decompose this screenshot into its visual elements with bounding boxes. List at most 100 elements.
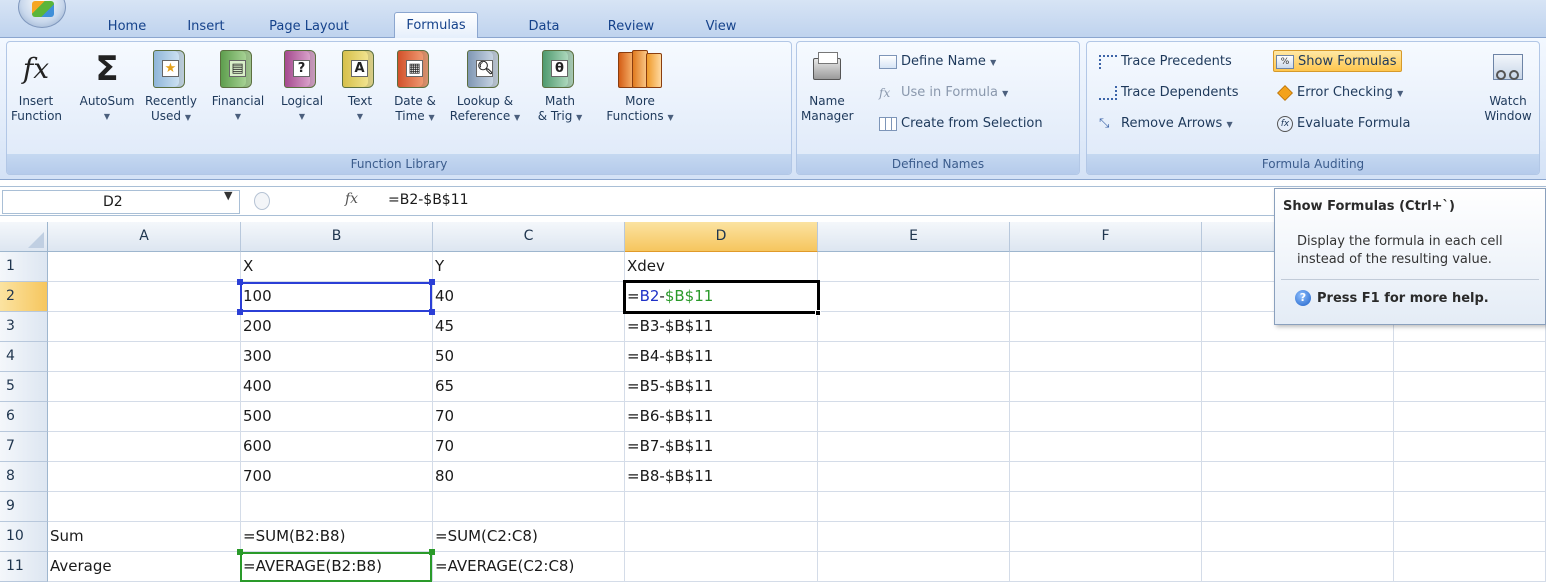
grid-cell[interactable] — [1010, 462, 1202, 492]
row-header-5[interactable]: 5 — [0, 372, 48, 402]
grid-cell[interactable] — [1010, 312, 1202, 342]
grid-cell[interactable] — [818, 522, 1010, 552]
formula-bar-expander-icon[interactable] — [254, 192, 270, 210]
column-header-e[interactable]: E — [818, 222, 1010, 252]
grid-cell[interactable] — [818, 252, 1010, 282]
cell-b5[interactable]: 400 — [241, 372, 433, 402]
grid-cell[interactable] — [1394, 522, 1546, 552]
lookup-reference-button[interactable]: 🔍︎ Lookup & Reference ▼ — [445, 42, 525, 125]
ref-handle-tl[interactable] — [237, 279, 243, 285]
grid-cell[interactable] — [1202, 462, 1394, 492]
grid-cell[interactable] — [48, 312, 241, 342]
grid-cell[interactable] — [241, 492, 433, 522]
grid-cell[interactable] — [1202, 492, 1394, 522]
grid-cell[interactable] — [1010, 252, 1202, 282]
grid-cell[interactable] — [818, 372, 1010, 402]
grid-cell[interactable] — [818, 342, 1010, 372]
ref-handle-tr[interactable] — [429, 279, 435, 285]
cell-d6[interactable]: =B6-$B$11 — [625, 402, 818, 432]
column-header-c[interactable]: C — [433, 222, 625, 252]
row-header-8[interactable]: 8 — [0, 462, 48, 492]
show-formulas-button[interactable]: % Show Formulas — [1273, 50, 1402, 72]
cell-c4[interactable]: 50 — [433, 342, 625, 372]
watch-window-button[interactable]: Watch Window — [1481, 42, 1535, 124]
cell-d1[interactable]: Xdev — [625, 252, 818, 282]
use-in-formula-button[interactable]: fx Use in Formula ▼ — [879, 82, 1008, 104]
grid-cell[interactable] — [1394, 552, 1546, 582]
grid-cell[interactable] — [48, 372, 241, 402]
grid-cell[interactable] — [818, 552, 1010, 582]
grid-cell[interactable] — [1010, 522, 1202, 552]
cell-b4[interactable]: 300 — [241, 342, 433, 372]
cell-c7[interactable]: 70 — [433, 432, 625, 462]
define-name-button[interactable]: Define Name ▼ — [879, 51, 996, 73]
cell-c11[interactable]: =AVERAGE(C2:C8) — [433, 552, 625, 582]
grid-cell[interactable] — [818, 492, 1010, 522]
grid-cell[interactable] — [818, 402, 1010, 432]
fill-handle[interactable] — [815, 310, 821, 316]
cell-c2[interactable]: 40 — [433, 282, 625, 312]
grid-cell[interactable] — [1010, 342, 1202, 372]
formula-input[interactable]: =B2-$B$11 — [388, 192, 469, 208]
cell-b3[interactable]: 200 — [241, 312, 433, 342]
ref-handle-green-tr[interactable] — [429, 549, 435, 555]
tab-home[interactable]: Home — [98, 17, 156, 39]
cell-a10[interactable]: Sum — [48, 522, 241, 552]
tab-view[interactable]: View — [696, 17, 746, 39]
ref-handle-br[interactable] — [429, 309, 435, 315]
grid-cell[interactable] — [625, 492, 818, 522]
cell-a11[interactable]: Average — [48, 552, 241, 582]
grid-cell[interactable] — [1010, 372, 1202, 402]
grid-cell[interactable] — [48, 402, 241, 432]
cell-d4[interactable]: =B4-$B$11 — [625, 342, 818, 372]
column-header-d[interactable]: D — [625, 222, 818, 252]
column-header-b[interactable]: B — [241, 222, 433, 252]
recently-used-button[interactable]: ★ Recently Used ▼ — [141, 42, 201, 125]
trace-dependents-button[interactable]: Trace Dependents — [1099, 82, 1238, 104]
grid-cell[interactable] — [1202, 402, 1394, 432]
name-manager-button[interactable]: Name Manager — [801, 42, 854, 124]
grid-cell[interactable] — [48, 432, 241, 462]
evaluate-formula-button[interactable]: fx Evaluate Formula — [1277, 113, 1410, 135]
grid-cell[interactable] — [1010, 402, 1202, 432]
grid-cell[interactable] — [1394, 372, 1546, 402]
more-functions-button[interactable]: More Functions ▼ — [597, 42, 683, 125]
row-header-10[interactable]: 10 — [0, 522, 48, 552]
remove-arrows-button[interactable]: ⤡ Remove Arrows ▼ — [1099, 113, 1233, 135]
grid-cell[interactable] — [1394, 492, 1546, 522]
row-header-9[interactable]: 9 — [0, 492, 48, 522]
grid-cell[interactable] — [818, 462, 1010, 492]
row-header-11[interactable]: 11 — [0, 552, 48, 582]
grid-cell[interactable] — [818, 312, 1010, 342]
tab-review[interactable]: Review — [598, 17, 664, 39]
grid-cell[interactable] — [1202, 342, 1394, 372]
cell-b6[interactable]: 500 — [241, 402, 433, 432]
row-header-4[interactable]: 4 — [0, 342, 48, 372]
grid-cell[interactable] — [1202, 552, 1394, 582]
ref-handle-bl[interactable] — [237, 309, 243, 315]
column-header-f[interactable]: F — [1010, 222, 1202, 252]
grid-cell[interactable] — [1202, 522, 1394, 552]
ref-handle-green-tl[interactable] — [237, 549, 243, 555]
cell-b7[interactable]: 600 — [241, 432, 433, 462]
grid-cell[interactable] — [1010, 282, 1202, 312]
text-button[interactable]: A Text ▼ — [335, 42, 385, 124]
tab-data[interactable]: Data — [520, 17, 568, 39]
grid-cell[interactable] — [818, 282, 1010, 312]
error-checking-button[interactable]: Error Checking ▼ — [1277, 82, 1403, 104]
grid-cell[interactable] — [48, 252, 241, 282]
cell-c8[interactable]: 80 — [433, 462, 625, 492]
grid-cell[interactable] — [433, 492, 625, 522]
autosum-button[interactable]: Σ AutoSum ▼ — [77, 42, 137, 124]
insert-function-button[interactable]: fx Insert Function — [11, 42, 62, 124]
office-button[interactable] — [18, 0, 66, 28]
name-box-dropdown-icon[interactable]: ▼ — [224, 189, 232, 202]
math-trig-button[interactable]: θ Math & Trig ▼ — [527, 42, 593, 125]
grid-cell[interactable] — [1202, 372, 1394, 402]
grid-cell[interactable] — [48, 282, 241, 312]
grid-cell[interactable] — [1010, 552, 1202, 582]
row-header-1[interactable]: 1 — [0, 252, 48, 282]
cell-d3[interactable]: =B3-$B$11 — [625, 312, 818, 342]
row-header-2[interactable]: 2 — [0, 282, 48, 312]
cell-d5[interactable]: =B5-$B$11 — [625, 372, 818, 402]
